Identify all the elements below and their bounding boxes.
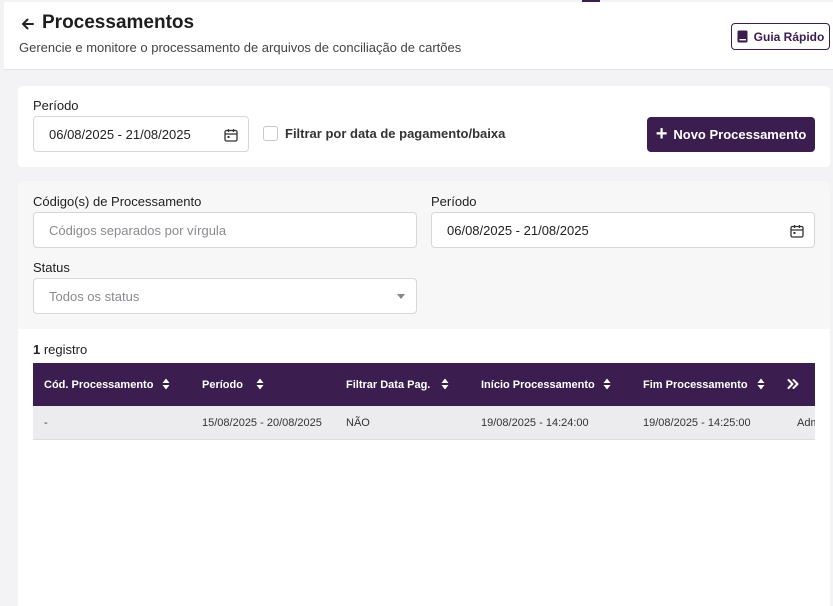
sort-icon[interactable] [256,378,264,390]
sort-icon[interactable] [757,378,765,390]
cell-filter-date: NÃO [346,416,370,429]
cell-start: 19/08/2025 - 14:24:00 [481,416,589,429]
processing-table: Cód. Processamento Período Filtrar Data … [33,363,815,440]
codes-label: Código(s) de Processamento [33,194,202,209]
table-row[interactable]: - 15/08/2025 - 20/08/2025 NÃO 19/08/2025… [33,406,815,440]
cell-end: 19/08/2025 - 14:25:00 [643,416,751,429]
cell-overflow: Adm [797,416,815,429]
record-count: 1 registro [33,342,87,357]
column-header-period[interactable]: Período [202,363,243,406]
column-header-end[interactable]: Fim Processamento [643,363,748,406]
page-subtitle: Gerencie e monitore o processamento de a… [19,40,462,55]
new-process-label: Novo Processamento [673,127,807,142]
period-date-range-value: 06/08/2025 - 21/08/2025 [49,126,191,142]
new-process-button[interactable]: + Novo Processamento [647,117,815,152]
book-icon [737,30,748,43]
filter-payment-date-checkbox[interactable] [263,126,278,141]
filter-payment-date-label[interactable]: Filtrar por data de pagamento/baixa [285,126,505,141]
status-label: Status [33,260,70,275]
cell-code: - [44,416,48,429]
period-label: Período [33,98,79,113]
codes-input[interactable]: Códigos separados por vírgula [33,212,417,248]
column-header-filter-date[interactable]: Filtrar Data Pag. [346,363,430,406]
table-header: Cód. Processamento Período Filtrar Data … [33,363,815,406]
chevron-down-icon[interactable] [397,294,405,299]
record-count-suffix: registro [40,342,88,357]
status-select[interactable]: Todos os status [33,278,417,314]
codes-placeholder: Códigos separados por vírgula [49,222,227,238]
new-process-card: Período 06/08/2025 - 21/08/2025 Filtrar … [18,86,830,167]
filter-period-label: Período [431,194,477,209]
column-header-start[interactable]: Início Processamento [481,363,595,406]
quick-guide-button[interactable]: Guia Rápido [731,23,830,50]
sort-icon[interactable] [603,378,611,390]
sort-icon[interactable] [441,378,449,390]
sort-icon[interactable] [162,378,170,390]
results-panel: 1 registro Cód. Processamento Período Fi… [18,329,830,606]
filters-panel: Código(s) de Processamento Códigos separ… [18,181,830,329]
plus-icon: + [655,122,668,145]
filter-period-value: 06/08/2025 - 21/08/2025 [447,222,589,238]
filter-period-input[interactable]: 06/08/2025 - 21/08/2025 [431,212,815,248]
status-placeholder: Todos os status [49,288,140,304]
calendar-icon[interactable] [224,128,238,142]
calendar-icon[interactable] [790,224,804,238]
period-date-range-input[interactable]: 06/08/2025 - 21/08/2025 [33,116,249,152]
column-header-code[interactable]: Cód. Processamento [44,363,153,406]
back-arrow-icon[interactable] [20,16,36,32]
quick-guide-label: Guia Rápido [753,29,825,44]
chevron-double-right-icon[interactable] [787,378,799,390]
page-title: Processamentos [42,12,195,33]
page-header: Processamentos Gerencie e monitore o pro… [4,2,833,70]
cell-period: 15/08/2025 - 20/08/2025 [202,416,322,429]
